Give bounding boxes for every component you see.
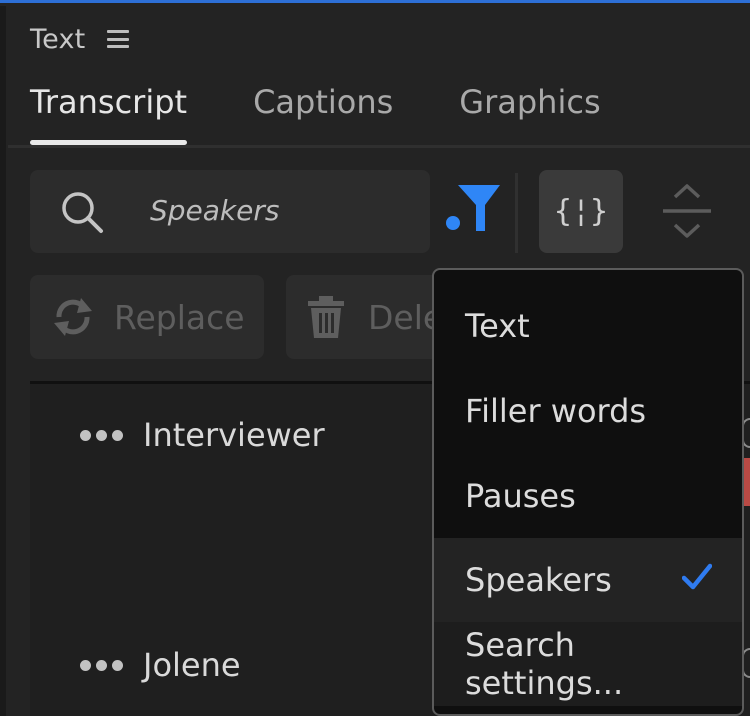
panel-menu-icon[interactable] — [107, 30, 130, 48]
menu-item-label: Text — [465, 307, 530, 345]
menu-item-filler-words[interactable]: Filler words — [434, 369, 742, 453]
replace-label: Replace — [114, 297, 245, 337]
expand-collapse-icon[interactable] — [660, 183, 714, 239]
menu-item-pauses[interactable]: Pauses — [434, 454, 742, 538]
tab-divider — [8, 145, 750, 148]
menu-item-label: Pauses — [465, 477, 576, 515]
speaker-name: Jolene — [143, 646, 241, 684]
checkmark-icon — [682, 563, 712, 590]
tab-graphics[interactable]: Graphics — [459, 83, 600, 145]
toolbar-separator — [515, 173, 518, 253]
speaker-name: Interviewer — [143, 416, 325, 454]
menu-item-label: Speakers — [465, 561, 612, 599]
filter-dropdown-menu: Text Filler words Pauses Speakers Search… — [432, 268, 744, 716]
search-icon — [62, 192, 103, 233]
menu-item-speakers[interactable]: Speakers — [434, 538, 742, 622]
trash-icon — [308, 296, 344, 338]
tab-captions[interactable]: Captions — [253, 83, 393, 145]
panel-header: Text — [30, 21, 130, 57]
tab-bar: Transcript Captions Graphics — [30, 83, 667, 145]
search-input[interactable]: Speakers — [30, 170, 430, 253]
search-query: Speakers — [150, 194, 280, 227]
filter-icon[interactable] — [442, 181, 504, 237]
delete-button[interactable]: Delete — [286, 275, 456, 359]
more-options-icon[interactable] — [80, 429, 123, 441]
menu-item-label: Filler words — [465, 392, 647, 430]
replace-icon — [54, 298, 92, 336]
speaker-row[interactable]: Jolene — [80, 646, 241, 684]
menu-item-text[interactable]: Text — [434, 284, 742, 368]
panel-title: Text — [30, 23, 86, 55]
code-toggle-button[interactable]: {¦} — [539, 170, 623, 253]
menu-item-search-settings[interactable]: Search settings... — [434, 622, 742, 706]
panel-left-edge — [0, 6, 6, 716]
code-brackets-icon: {¦} — [553, 194, 609, 229]
speaker-row[interactable]: Interviewer — [80, 416, 325, 454]
tab-transcript[interactable]: Transcript — [30, 83, 188, 145]
more-options-icon[interactable] — [80, 659, 123, 671]
menu-item-label: Search settings... — [465, 626, 624, 702]
replace-button[interactable]: Replace — [30, 275, 264, 359]
